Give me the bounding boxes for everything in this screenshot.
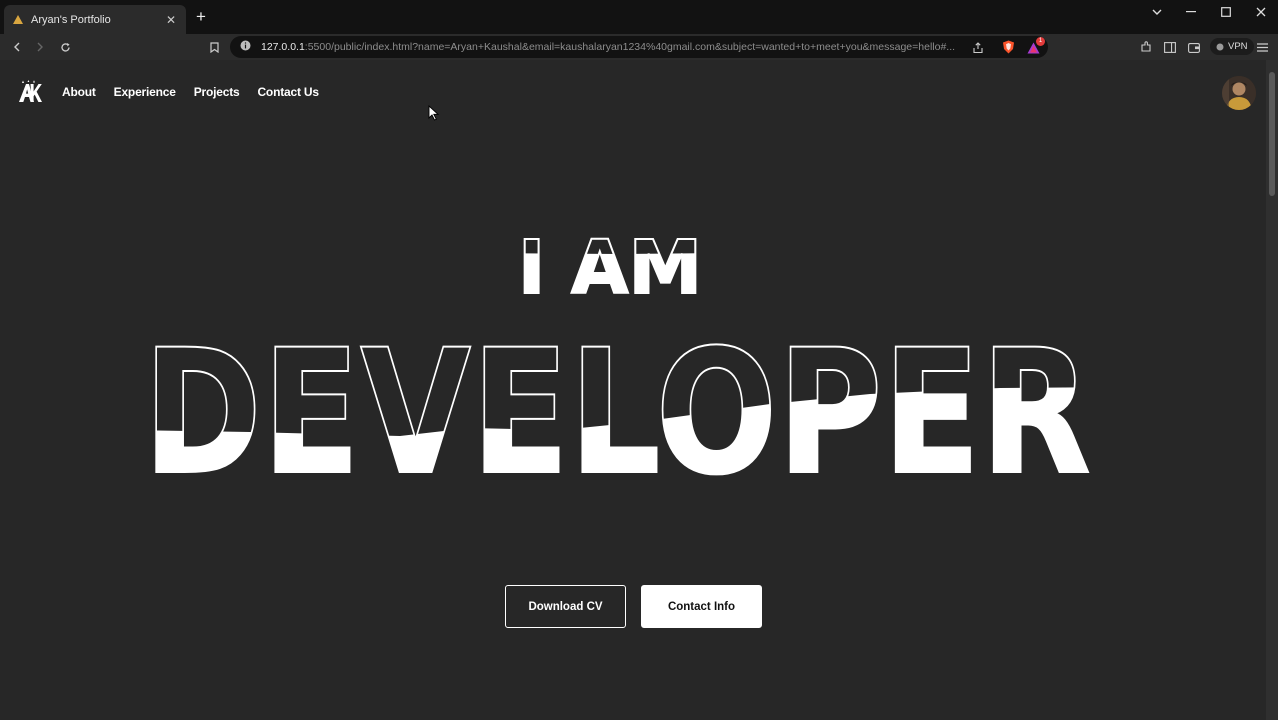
extensions-icon[interactable] bbox=[1137, 38, 1155, 56]
nav-about[interactable]: About bbox=[62, 85, 96, 99]
nav-contact-us[interactable]: Contact Us bbox=[257, 85, 319, 99]
close-window-icon[interactable] bbox=[1244, 0, 1278, 24]
hero-line-1: I AM I AM bbox=[517, 230, 703, 300]
page-viewport: About Experience Projects Contact Us I A… bbox=[0, 60, 1266, 720]
browser-toolbar: 127.0.0.1:5500/public/index.html?name=Ar… bbox=[0, 34, 1278, 60]
main-nav: About Experience Projects Contact Us bbox=[18, 80, 337, 104]
vpn-button[interactable]: VPN bbox=[1210, 38, 1254, 55]
browser-tab[interactable]: Aryan's Portfolio ✕ bbox=[4, 5, 186, 34]
tab-title: Aryan's Portfolio bbox=[31, 13, 111, 26]
maximize-icon[interactable] bbox=[1209, 0, 1243, 24]
contact-info-button[interactable]: Contact Info bbox=[641, 585, 762, 628]
minimize-icon[interactable] bbox=[1174, 0, 1208, 24]
sidebar-icon[interactable] bbox=[1161, 38, 1179, 56]
url-text[interactable]: 127.0.0.1:5500/public/index.html?name=Ar… bbox=[261, 41, 961, 53]
browser-tab-bar: Aryan's Portfolio ✕ + bbox=[0, 0, 1278, 34]
reload-icon[interactable] bbox=[56, 38, 74, 56]
wallet-icon[interactable] bbox=[1185, 38, 1203, 56]
rewards-badge: 1 bbox=[1036, 37, 1045, 46]
bookmark-icon[interactable] bbox=[205, 38, 223, 56]
forward-icon[interactable] bbox=[31, 38, 49, 56]
page-scrollbar[interactable] bbox=[1266, 60, 1278, 720]
tab-close-icon[interactable]: ✕ bbox=[164, 13, 178, 27]
brave-shields-icon[interactable] bbox=[1002, 40, 1015, 59]
ak-logo[interactable] bbox=[18, 80, 42, 104]
vpn-label: VPN bbox=[1228, 41, 1248, 52]
site-info-icon[interactable] bbox=[240, 38, 251, 56]
menu-icon[interactable] bbox=[1253, 38, 1271, 56]
download-cv-button[interactable]: Download CV bbox=[505, 585, 626, 628]
mouse-cursor-icon bbox=[428, 105, 440, 121]
back-icon[interactable] bbox=[8, 38, 26, 56]
hero-line-2: DEVELOPER DEVELOPER bbox=[142, 340, 1092, 480]
scrollbar-thumb[interactable] bbox=[1269, 72, 1275, 196]
vpn-icon bbox=[1216, 43, 1224, 50]
new-tab-button[interactable]: + bbox=[192, 8, 210, 25]
address-bar[interactable]: 127.0.0.1:5500/public/index.html?name=Ar… bbox=[230, 36, 1048, 58]
nav-projects[interactable]: Projects bbox=[194, 85, 240, 99]
nav-experience[interactable]: Experience bbox=[114, 85, 176, 99]
tab-search-icon[interactable] bbox=[1140, 0, 1174, 24]
tab-favicon-icon bbox=[12, 14, 24, 26]
avatar[interactable] bbox=[1222, 76, 1256, 110]
share-icon[interactable] bbox=[972, 41, 984, 59]
